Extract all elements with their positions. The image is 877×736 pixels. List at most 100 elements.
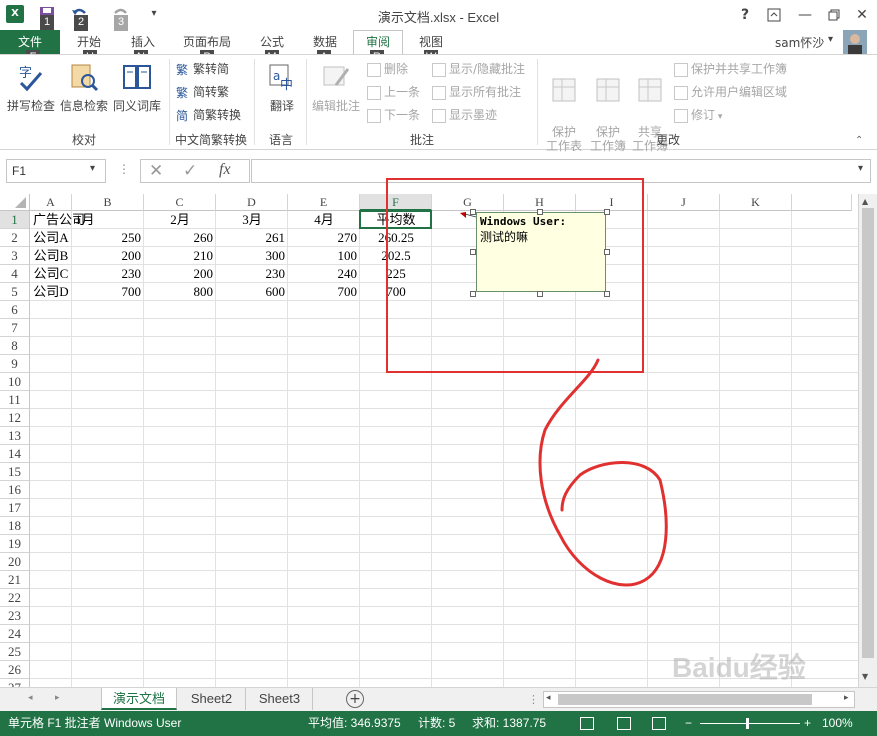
row-header[interactable]: 3: [0, 247, 30, 265]
row-header[interactable]: 4: [0, 265, 30, 283]
cell[interactable]: 230: [216, 265, 288, 283]
cell[interactable]: 240: [288, 265, 360, 283]
cell[interactable]: 公司D: [30, 283, 72, 301]
add-sheet-button[interactable]: +: [346, 690, 364, 708]
row-header[interactable]: 15: [0, 463, 30, 481]
vertical-scrollbar[interactable]: ▲ ▼: [858, 194, 877, 688]
scroll-left-icon[interactable]: ◂: [546, 693, 551, 703]
tab-view[interactable]: 视图: [418, 33, 444, 50]
column-header[interactable]: B: [72, 194, 144, 211]
cell[interactable]: 3月: [216, 211, 288, 229]
vertical-scroll-thumb[interactable]: [862, 208, 874, 658]
row-header[interactable]: 14: [0, 445, 30, 463]
horizontal-scroll-thumb[interactable]: [558, 694, 812, 705]
convert-button[interactable]: 简简繁转换: [176, 105, 241, 125]
row-header[interactable]: 18: [0, 517, 30, 535]
column-header[interactable]: K: [720, 194, 792, 211]
row-header[interactable]: 9: [0, 355, 30, 373]
row-header[interactable]: 1: [0, 211, 30, 229]
row-header[interactable]: 2: [0, 229, 30, 247]
cell[interactable]: 100: [288, 247, 360, 265]
row-header[interactable]: 19: [0, 535, 30, 553]
prev-comment-button[interactable]: 上一条: [367, 82, 420, 102]
tab-home[interactable]: 开始: [76, 33, 102, 50]
tab-insert[interactable]: 插入: [130, 33, 156, 50]
column-header[interactable]: A: [30, 194, 72, 211]
column-header[interactable]: C: [144, 194, 216, 211]
column-header[interactable]: D: [216, 194, 288, 211]
help-button[interactable]: ?: [733, 4, 757, 26]
show-hide-comment-button[interactable]: 显示/隐藏批注: [432, 59, 525, 79]
formula-bar-handle-icon[interactable]: ⋮: [118, 162, 130, 176]
tab-formulas[interactable]: 公式: [259, 33, 285, 50]
row-header[interactable]: 11: [0, 391, 30, 409]
scroll-right-icon[interactable]: ▸: [844, 693, 849, 703]
tab-page-layout[interactable]: 页面布局: [182, 33, 232, 50]
normal-view-icon[interactable]: [580, 717, 594, 730]
row-header[interactable]: 23: [0, 607, 30, 625]
tab-data[interactable]: 数据: [312, 33, 338, 50]
zoom-slider-thumb[interactable]: [746, 718, 749, 729]
ribbon-display-options-icon[interactable]: [762, 4, 786, 26]
track-changes-button[interactable]: 修订 ▾: [674, 105, 722, 125]
cell[interactable]: 260: [144, 229, 216, 247]
research-button[interactable]: 信息检索: [58, 61, 110, 114]
name-box-dropdown-icon[interactable]: ▾: [90, 163, 95, 174]
cell[interactable]: 261: [216, 229, 288, 247]
spelling-button[interactable]: 字 拼写检查: [4, 61, 58, 114]
cell[interactable]: 200: [144, 265, 216, 283]
cell[interactable]: 700: [288, 283, 360, 301]
cell[interactable]: 600: [216, 283, 288, 301]
row-header[interactable]: 21: [0, 571, 30, 589]
delete-comment-button[interactable]: 删除: [367, 59, 408, 79]
scroll-up-icon[interactable]: ▲: [862, 197, 868, 206]
column-header[interactable]: J: [648, 194, 720, 211]
collapse-ribbon-icon[interactable]: ⌃: [855, 135, 863, 146]
zoom-out-icon[interactable]: −: [685, 711, 692, 736]
row-header[interactable]: 22: [0, 589, 30, 607]
cell[interactable]: 210: [144, 247, 216, 265]
select-all-button[interactable]: [0, 194, 30, 211]
prev-sheet-icon[interactable]: ◂: [28, 693, 33, 703]
cell[interactable]: 公司C: [30, 265, 72, 283]
row-header[interactable]: 5: [0, 283, 30, 301]
cell[interactable]: 700: [72, 283, 144, 301]
cell[interactable]: 1月: [72, 211, 144, 229]
user-name[interactable]: sam怀沙: [775, 34, 824, 51]
row-header[interactable]: 8: [0, 337, 30, 355]
cell[interactable]: 230: [72, 265, 144, 283]
cell[interactable]: 公司B: [30, 247, 72, 265]
close-button[interactable]: ✕: [850, 4, 874, 26]
t2s-button[interactable]: 繁繁转简: [176, 59, 229, 79]
row-header[interactable]: 20: [0, 553, 30, 571]
row-header[interactable]: 24: [0, 625, 30, 643]
cell[interactable]: 800: [144, 283, 216, 301]
edit-comment-button[interactable]: 编辑批注: [310, 61, 362, 114]
thesaurus-button[interactable]: 同义词库: [110, 61, 164, 114]
expand-formula-bar-icon[interactable]: ▾: [858, 163, 863, 174]
show-ink-button[interactable]: 显示墨迹: [432, 105, 497, 125]
cell[interactable]: 300: [216, 247, 288, 265]
sheet-tab[interactable]: Sheet2: [178, 688, 246, 710]
row-header[interactable]: 7: [0, 319, 30, 337]
cell[interactable]: 250: [72, 229, 144, 247]
insert-function-button[interactable]: fx: [219, 161, 231, 179]
tab-split-handle-icon[interactable]: ⋮: [528, 693, 539, 706]
cell[interactable]: 公司A: [30, 229, 72, 247]
translate-button[interactable]: a中 翻译: [262, 61, 302, 114]
user-dropdown-icon[interactable]: ▾: [828, 34, 833, 45]
row-header[interactable]: 25: [0, 643, 30, 661]
scroll-down-icon[interactable]: ▼: [862, 672, 868, 681]
row-header[interactable]: 26: [0, 661, 30, 679]
next-sheet-icon[interactable]: ▸: [55, 693, 60, 703]
cell[interactable]: 200: [72, 247, 144, 265]
protect-share-button[interactable]: 保护并共享工作簿: [674, 59, 787, 79]
show-all-comments-button[interactable]: 显示所有批注: [432, 82, 521, 102]
row-header[interactable]: 17: [0, 499, 30, 517]
horizontal-scrollbar[interactable]: ◂ ▸: [543, 691, 855, 708]
zoom-level[interactable]: 100%: [822, 711, 853, 736]
minimize-button[interactable]: —: [793, 4, 817, 26]
sheet-tab[interactable]: Sheet3: [247, 688, 313, 710]
enter-icon[interactable]: ✓: [183, 161, 197, 181]
restore-button[interactable]: [822, 4, 846, 26]
